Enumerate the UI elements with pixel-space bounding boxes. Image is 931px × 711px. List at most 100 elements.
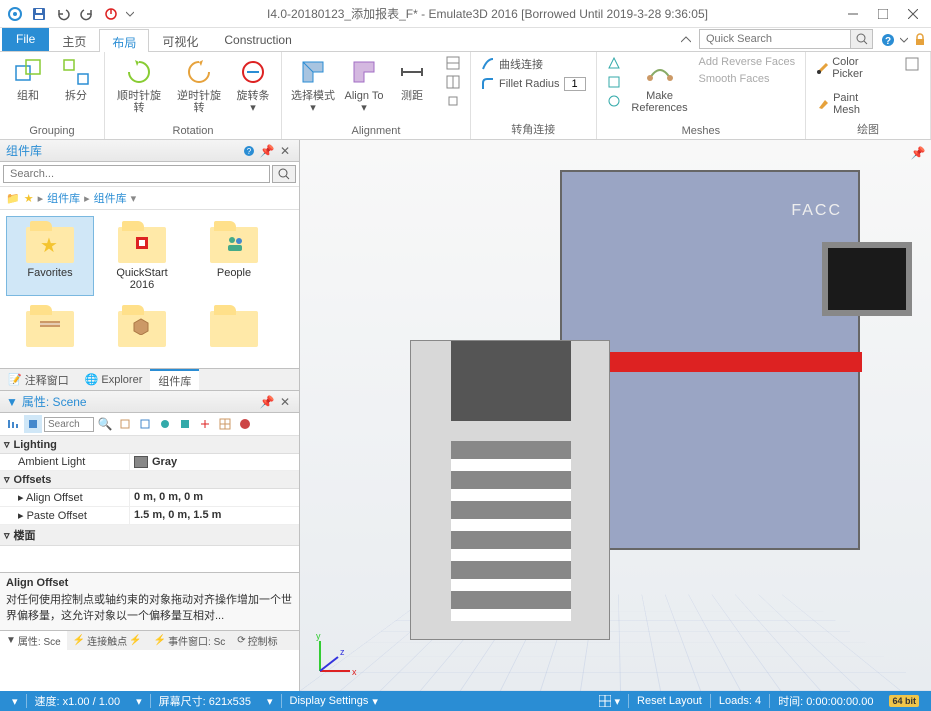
library-item-box[interactable] bbox=[98, 300, 186, 356]
sort-icon[interactable] bbox=[4, 415, 22, 433]
prop-row-align-offset[interactable]: ▸ Align Offset 0 m, 0 m, 0 m bbox=[0, 489, 299, 507]
cube-icon[interactable] bbox=[24, 415, 42, 433]
quick-search-input[interactable] bbox=[700, 33, 850, 45]
split-button[interactable]: 拆分 bbox=[54, 54, 98, 104]
library-item-quickstart[interactable]: QuickStart 2016 bbox=[98, 216, 186, 296]
library-item-people[interactable]: People bbox=[190, 216, 278, 296]
prop-search-icon[interactable]: 🔍 bbox=[96, 415, 114, 433]
close-button[interactable] bbox=[899, 3, 927, 25]
spinbar-button[interactable]: 旋转条 ▾ bbox=[231, 54, 275, 116]
status-grid-icon[interactable]: ▾ bbox=[591, 695, 629, 708]
maximize-button[interactable] bbox=[869, 3, 897, 25]
ribbon-group-meshes: Make References Add Reverse Faces Smooth… bbox=[597, 52, 807, 139]
library-item-favorites[interactable]: ★ Favorites bbox=[6, 216, 94, 296]
3d-viewport[interactable]: FACC y x z 📌 bbox=[300, 140, 931, 691]
fillet-radius-input[interactable] bbox=[564, 77, 586, 91]
btab-label: 控制标 bbox=[248, 633, 278, 648]
tab-library[interactable]: 组件库 bbox=[150, 369, 199, 390]
tab-home[interactable]: 主页 bbox=[49, 28, 99, 51]
prop-tool-6[interactable] bbox=[216, 415, 234, 433]
curve-connect-button[interactable]: 曲线连接 bbox=[477, 54, 590, 74]
paint-mesh-button[interactable]: Paint Mesh bbox=[812, 90, 888, 118]
prop-tool-4[interactable] bbox=[176, 415, 194, 433]
properties-pin-icon[interactable]: 📌 bbox=[259, 394, 275, 410]
status-screen-dropdown-icon[interactable]: ▾ bbox=[259, 695, 281, 708]
prop-key: Ambient Light bbox=[0, 454, 130, 470]
undo-icon[interactable] bbox=[52, 3, 74, 25]
status-display-settings[interactable]: Display Settings ▾ bbox=[282, 695, 386, 708]
library-item-blank[interactable] bbox=[190, 300, 278, 356]
ribbon-group-fillet: 曲线连接 Fillet Radius 转角连接 bbox=[471, 52, 597, 139]
help-icon[interactable]: ? bbox=[877, 28, 899, 51]
status-speed[interactable]: 速度: x1.00 / 1.00 bbox=[27, 693, 129, 709]
help-dropdown-icon[interactable] bbox=[899, 28, 909, 51]
ribbon-expand-icon[interactable] bbox=[677, 28, 695, 51]
prop-tool-2[interactable] bbox=[136, 415, 154, 433]
prop-cat-floor[interactable]: ▿ 楼面 bbox=[0, 525, 299, 546]
mesh-mini-1[interactable] bbox=[603, 54, 625, 72]
minimize-button[interactable] bbox=[839, 3, 867, 25]
redo-icon[interactable] bbox=[76, 3, 98, 25]
tab-notes[interactable]: 📝注释窗口 bbox=[0, 369, 77, 390]
prop-tool-3[interactable] bbox=[156, 415, 174, 433]
tab-layout[interactable]: 布局 bbox=[99, 29, 149, 52]
color-picker-button[interactable]: Color Picker bbox=[812, 54, 888, 82]
properties-close-icon[interactable]: ✕ bbox=[277, 394, 293, 410]
btab-control[interactable]: ⟳ 控制标 bbox=[231, 631, 283, 650]
library-help-icon[interactable]: ? bbox=[241, 143, 257, 159]
prop-tool-5[interactable] bbox=[196, 415, 214, 433]
prop-row-ambient[interactable]: Ambient Light Gray bbox=[0, 454, 299, 471]
breadcrumb-1[interactable]: 组件库 bbox=[94, 190, 127, 206]
qat-dropdown-icon[interactable] bbox=[124, 3, 136, 25]
breadcrumb-0[interactable]: 组件库 bbox=[47, 190, 80, 206]
status-reset-layout[interactable]: Reset Layout bbox=[629, 695, 710, 707]
library-close-icon[interactable]: ✕ bbox=[277, 143, 293, 159]
lock-icon[interactable] bbox=[909, 28, 931, 51]
save-icon[interactable] bbox=[28, 3, 50, 25]
library-item-conveyor[interactable] bbox=[6, 300, 94, 356]
library-tabs: 📝注释窗口 🌐Explorer 组件库 bbox=[0, 368, 299, 390]
align-to-button[interactable]: Align To ▾ bbox=[342, 54, 386, 116]
rotate-cw-button[interactable]: 顺时针旋转 bbox=[111, 54, 167, 116]
prop-cat-offsets[interactable]: ▿ Offsets bbox=[0, 471, 299, 489]
prop-tool-1[interactable] bbox=[116, 415, 134, 433]
viewport-pin-icon[interactable]: 📌 bbox=[911, 146, 925, 160]
library-pin-icon[interactable]: 📌 bbox=[259, 143, 275, 159]
measure-button[interactable]: 测距 bbox=[390, 54, 434, 104]
library-search-button[interactable] bbox=[272, 165, 296, 183]
align-mini-1[interactable] bbox=[442, 54, 464, 72]
status-dropdown-icon[interactable]: ▾ bbox=[4, 695, 26, 708]
folder-icon[interactable]: 📁 bbox=[6, 192, 20, 205]
star-icon[interactable]: ★ bbox=[24, 192, 34, 205]
app-icon[interactable] bbox=[4, 3, 26, 25]
rotate-ccw-button[interactable]: 逆时针旋转 bbox=[171, 54, 227, 116]
align-mini-3[interactable] bbox=[442, 92, 464, 110]
filter-icon[interactable]: ▼ bbox=[6, 395, 18, 409]
select-mode-label: 选择模式 bbox=[291, 90, 335, 102]
prop-cat-lighting[interactable]: ▿ Lighting bbox=[0, 436, 299, 454]
search-button[interactable] bbox=[850, 30, 872, 48]
btab-events[interactable]: ⚡ 事件窗口: Sc bbox=[148, 631, 232, 650]
status-speed-dropdown-icon[interactable]: ▾ bbox=[128, 695, 150, 708]
globe-icon: 🌐 bbox=[85, 373, 99, 386]
paint-rect-icon[interactable] bbox=[900, 54, 924, 74]
combine-button[interactable]: 组和 bbox=[6, 54, 50, 104]
prop-tool-7[interactable] bbox=[236, 415, 254, 433]
prop-row-paste-offset[interactable]: ▸ Paste Offset 1.5 m, 0 m, 1.5 m bbox=[0, 507, 299, 525]
make-references-button[interactable]: Make References bbox=[629, 54, 691, 116]
power-icon[interactable] bbox=[100, 3, 122, 25]
svg-text:?: ? bbox=[885, 36, 891, 47]
properties-search-input[interactable] bbox=[44, 417, 94, 432]
file-tab[interactable]: File bbox=[2, 28, 49, 51]
mesh-mini-3[interactable] bbox=[603, 92, 625, 110]
btab-properties[interactable]: ▼ 属性: Sce bbox=[0, 631, 67, 650]
status-screen-size: 屏幕尺寸: 621x535 bbox=[151, 693, 259, 709]
mesh-mini-2[interactable] bbox=[603, 73, 625, 91]
tab-visualize[interactable]: 可视化 bbox=[149, 28, 211, 51]
align-mini-2[interactable] bbox=[442, 73, 464, 91]
library-search-input[interactable] bbox=[3, 165, 270, 183]
btab-connections[interactable]: ⚡ 连接触点⚡ bbox=[67, 631, 148, 650]
tab-explorer[interactable]: 🌐Explorer bbox=[77, 369, 151, 390]
tab-construction[interactable]: Construction bbox=[211, 28, 304, 51]
select-mode-button[interactable]: 选择模式 ▾ bbox=[288, 54, 338, 116]
